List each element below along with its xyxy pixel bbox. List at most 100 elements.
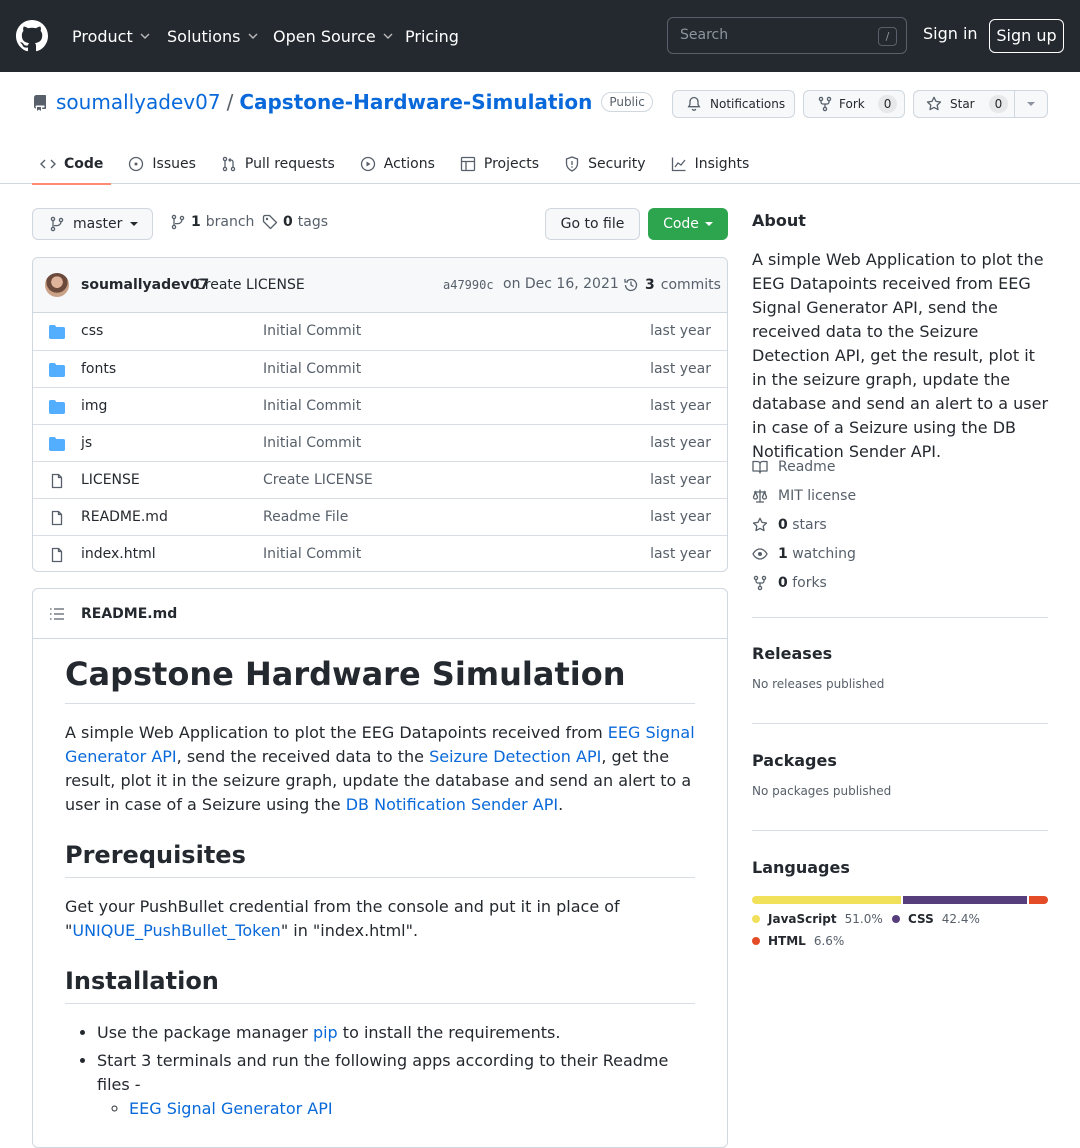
tab-issues[interactable]: Issues [120,144,204,184]
tab-projects[interactable]: Projects [452,144,547,184]
table-row[interactable]: js Initial Commit last year [33,424,727,461]
file-name-link[interactable]: README.md [81,509,168,525]
packages-heading[interactable]: Packages [752,751,1048,770]
stars-link[interactable]: 0 stars [752,510,1048,539]
pushbullet-token-link[interactable]: UNIQUE_PushBullet_Token [72,921,280,940]
table-row[interactable]: README.md Readme File last year [33,498,727,535]
sign-up-button[interactable]: Sign up [989,19,1064,53]
readme-title-block: Capstone Hardware Simulation [65,655,695,704]
commit-sha-link[interactable]: a47990c [443,278,494,292]
intro-text-1: A simple Web Application to plot the EEG… [65,723,608,742]
list-icon[interactable] [49,606,65,622]
sign-in-link[interactable]: Sign in [923,24,978,43]
github-logo-icon[interactable] [16,20,48,52]
language-item[interactable]: CSS 42.4% [892,912,980,926]
chevron-down-icon [383,33,393,39]
file-commit-message-link[interactable]: Readme File [263,509,348,525]
commit-message-link[interactable]: Create LICENSE [195,277,305,293]
tags-link[interactable]: 0 tags [262,214,328,230]
tab-insights[interactable]: Insights [663,144,758,184]
notifications-button[interactable]: Notifications [672,90,795,118]
tab-security[interactable]: Security [556,144,654,184]
star-button[interactable]: Star 0 [914,91,1016,117]
commit-count: 3 [645,277,655,293]
folder-icon [49,325,65,339]
file-type-icon [49,547,65,563]
table-row[interactable]: img Initial Commit last year [33,387,727,424]
seizure-detection-link[interactable]: Seizure Detection API [429,747,601,766]
pip-link[interactable]: pip [313,1023,338,1042]
readme-link[interactable]: Readme [752,452,1048,481]
file-type-icon [49,324,65,340]
file-icon [51,547,63,563]
commit-date: on Dec 16, 2021 [503,276,619,292]
language-item[interactable]: JavaScript 51.0% [752,912,883,926]
install-text-2: Start 3 terminals and run the following … [97,1051,669,1094]
language-color-dot [892,915,900,923]
license-link[interactable]: MIT license [752,481,1048,510]
nav-product-label: Product [72,26,133,46]
file-name-link[interactable]: css [81,323,103,339]
readme-header: README.md [33,589,727,639]
license-link-label: MIT license [778,487,857,504]
language-item[interactable]: HTML 6.6% [752,934,844,948]
language-name: CSS [908,912,934,926]
languages-bar [752,896,1048,904]
releases-heading[interactable]: Releases [752,644,1048,663]
nav-pricing-label: Pricing [405,26,459,46]
watchers-link[interactable]: 1 watching [752,539,1048,568]
tab-pull-requests[interactable]: Pull requests [213,144,343,184]
sidebar-divider [752,723,1048,724]
file-commit-message-link[interactable]: Create LICENSE [263,472,373,488]
file-name-link[interactable]: fonts [81,361,116,377]
forks-link[interactable]: 0 forks [752,568,1048,597]
file-icon [51,510,63,526]
caret-down-icon [704,222,713,226]
file-commit-message-link[interactable]: Initial Commit [263,398,361,414]
file-commit-message-link[interactable]: Initial Commit [263,361,361,377]
language-color-dot [752,937,760,945]
tag-count-label: tags [297,214,328,230]
branch-select-button[interactable]: master [32,208,153,240]
file-name-link[interactable]: LICENSE [81,472,140,488]
nav-open-source[interactable]: Open Source [273,24,394,48]
language-percent: 6.6% [813,934,845,948]
commits-history-link[interactable]: 3 commits [623,277,721,293]
fork-button[interactable]: Fork 0 [803,90,905,118]
nav-pricing[interactable]: Pricing [405,24,459,48]
table-icon [460,156,476,172]
tab-code[interactable]: Code [32,144,112,185]
table-row[interactable]: fonts Initial Commit last year [33,350,727,387]
play-icon [360,156,375,172]
go-to-file-button[interactable]: Go to file [545,208,640,240]
file-name-link[interactable]: index.html [81,546,156,562]
table-row[interactable]: index.html Initial Commit last year [33,535,727,571]
star-list-dropdown[interactable] [1015,91,1047,117]
db-notification-link[interactable]: DB Notification Sender API [346,795,558,814]
commit-count-label: commits [660,277,721,293]
file-name-link[interactable]: js [81,435,92,451]
releases-empty-text: No releases published [752,677,885,691]
file-commit-message-link[interactable]: Initial Commit [263,435,361,451]
install-text-1b: to install the requirements. [337,1023,561,1042]
file-commit-message-link[interactable]: Initial Commit [263,323,361,339]
notifications-label: Notifications [710,97,786,111]
code-icon [40,159,56,169]
search-input[interactable]: Search / [667,17,907,54]
code-dropdown-button[interactable]: Code [648,208,728,240]
install-text-1a: Use the package manager [97,1023,313,1042]
folder-icon [49,363,65,377]
commit-author-link[interactable]: soumallyadev07 [81,277,209,293]
table-row[interactable]: LICENSE Create LICENSE last year [33,461,727,498]
nav-solutions[interactable]: Solutions [167,24,259,48]
nav-product[interactable]: Product [72,24,151,48]
branches-link[interactable]: 1 branch [170,214,254,230]
file-name-link[interactable]: img [81,398,107,414]
file-commit-message-link[interactable]: Initial Commit [263,546,361,562]
repo-name-link[interactable]: Capstone-Hardware-Simulation [239,90,592,114]
repo-owner-link[interactable]: soumallyadev07 [56,90,221,114]
table-row[interactable]: css Initial Commit last year [33,313,727,350]
tab-actions[interactable]: Actions [352,144,443,184]
avatar[interactable] [45,273,69,297]
eeg-signal-generator-link-2[interactable]: EEG Signal Generator API [129,1099,333,1118]
